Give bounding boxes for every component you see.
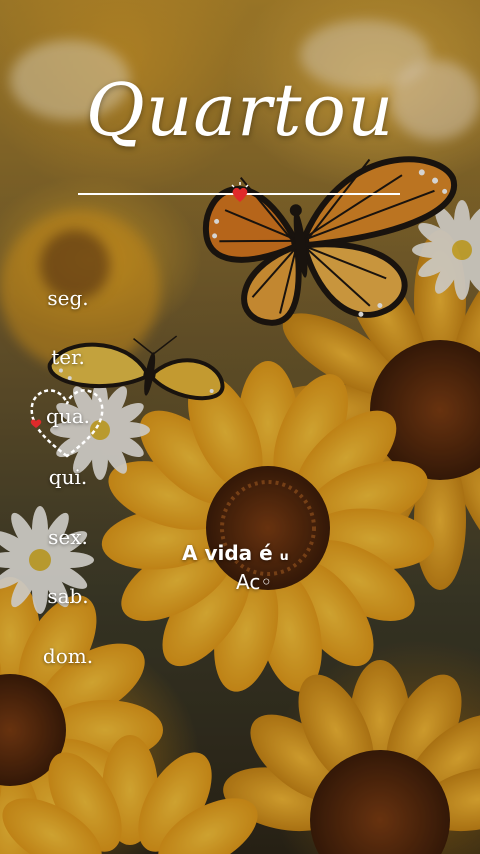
day-label-dom[interactable]: dom. (38, 644, 98, 668)
day-label-qui[interactable]: qui. (38, 465, 98, 489)
day-label-sab[interactable]: sab. (38, 584, 98, 608)
day-label-ter[interactable]: ter. (38, 345, 98, 369)
day-label-qua-selected[interactable]: qua. (38, 404, 98, 428)
day-label-seg[interactable]: seg. (38, 286, 98, 310)
quote-line-1: A vida é ᵤ (182, 541, 289, 565)
day-label-sex[interactable]: sex. (38, 525, 98, 549)
quote-line-2: Ac◦ (236, 570, 273, 594)
heart-icon (231, 182, 249, 202)
page-title: Quartou (85, 68, 395, 152)
